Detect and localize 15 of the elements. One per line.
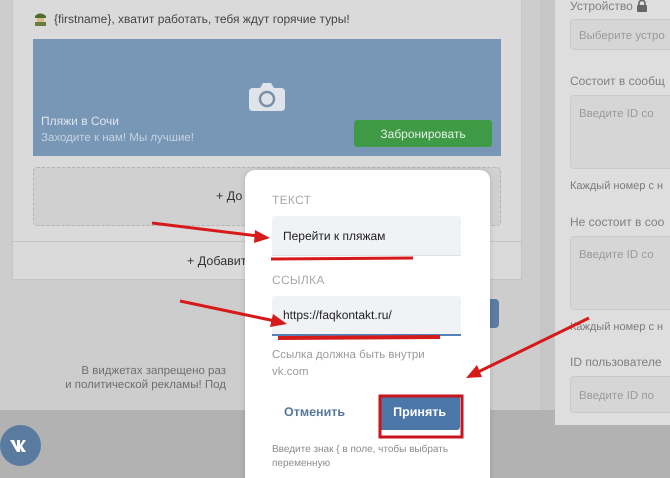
widget-title: Пляжи в Сочи xyxy=(41,112,120,130)
add-label: + До xyxy=(216,188,242,206)
hint-text: Ссылка должна быть внутри vk.com xyxy=(272,348,426,380)
field-label: ТЕКСТ xyxy=(272,192,312,209)
field-label: Не состоит в соо xyxy=(570,214,664,230)
field-label: Устройство xyxy=(570,0,633,15)
field-label: ССЫЛКА xyxy=(272,272,326,289)
footer-text: Введите знак { в поле, чтобы выбрать переменную xyxy=(272,442,450,471)
notice-text: и политической рекламы! Под xyxy=(64,378,226,392)
note-text: Каждый номер с н xyxy=(570,179,664,194)
widget-subtitle: Заходите к нам! Мы лучшие! xyxy=(41,130,194,146)
field-label: ID пользователе xyxy=(570,354,662,371)
field-label: Состоит в сообщ xyxy=(570,73,665,90)
message-text: {firstname}, хватит работать, тебя ждут горячие туры! xyxy=(54,11,350,28)
notice-text: В виджетах запрещено раз xyxy=(80,364,226,378)
